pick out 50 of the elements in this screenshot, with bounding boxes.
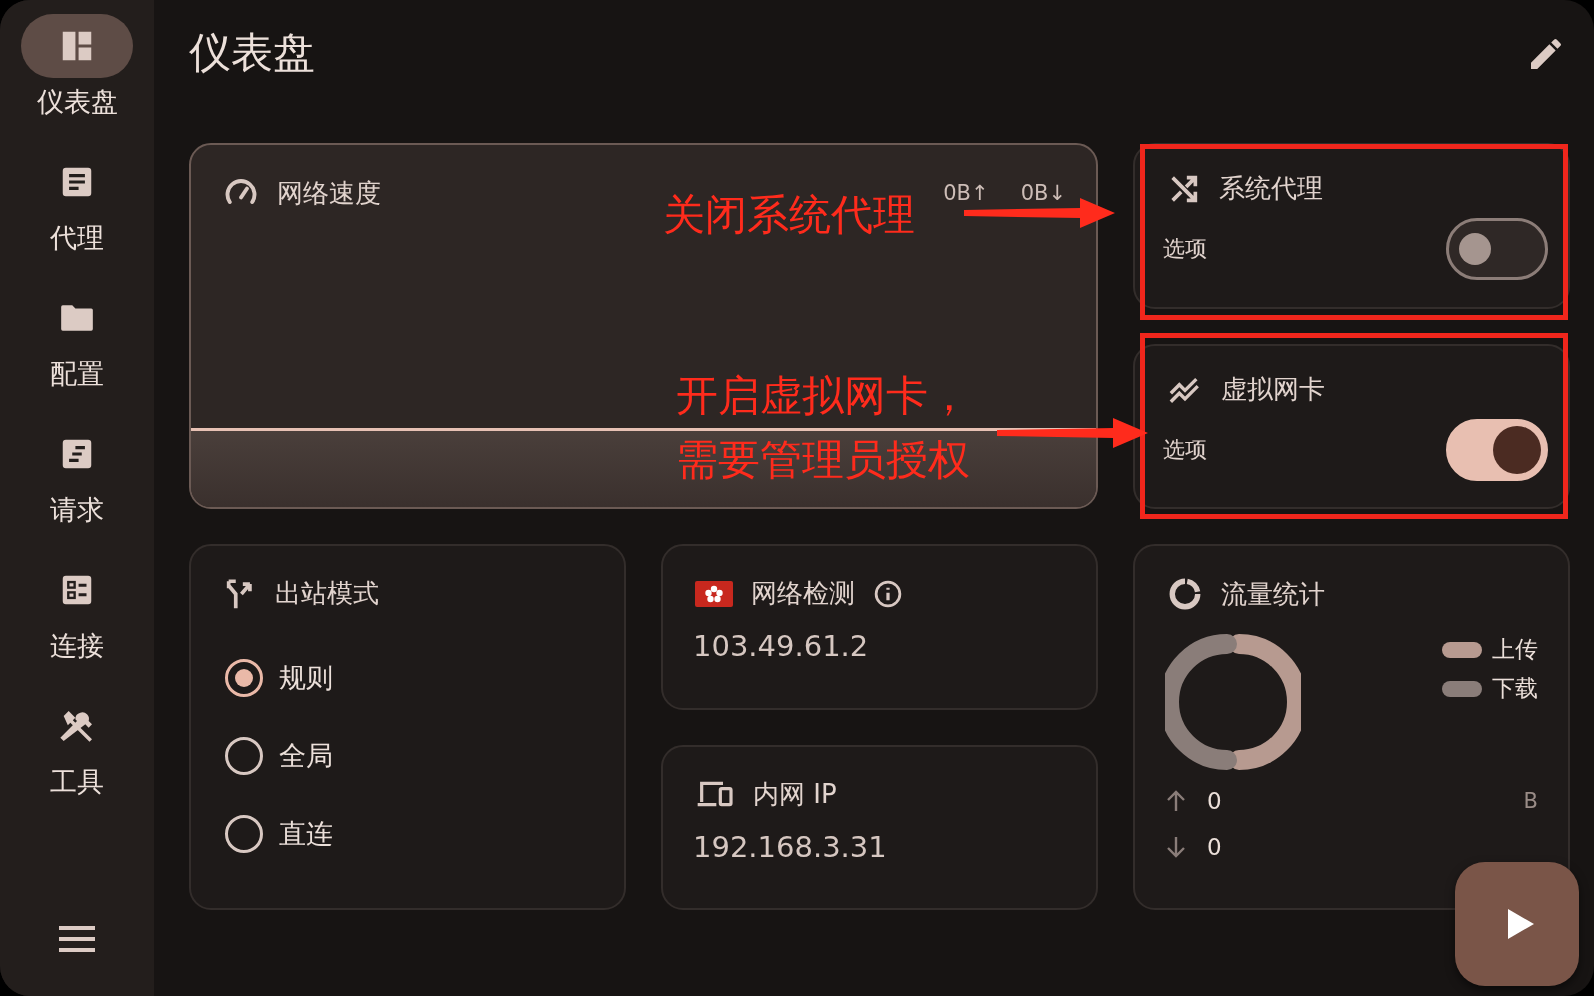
card-title: 内网 IP [753, 777, 837, 811]
nav-label: 连接 [50, 629, 104, 663]
nav-item[interactable]: 配置 [21, 286, 133, 422]
upload-total: 0 [1207, 788, 1222, 814]
option-label: 选项 [1163, 435, 1207, 464]
annotation-text: 关闭系统代理 [663, 189, 915, 241]
legend-label: 下载 [1492, 674, 1538, 703]
unit-label: B [1523, 789, 1538, 813]
card-title: 网络速度 [277, 176, 381, 210]
nav-label: 代理 [50, 221, 104, 255]
card-title: 流量统计 [1221, 577, 1325, 611]
nav-item[interactable]: 代理 [21, 150, 133, 286]
radio-option[interactable]: 直连 [225, 815, 594, 853]
donut-icon [1167, 576, 1203, 612]
radio-label: 全局 [279, 739, 333, 773]
arrow-down-icon [1165, 835, 1187, 859]
card-title: 虚拟网卡 [1221, 372, 1325, 406]
radio-label: 直连 [279, 817, 333, 851]
nav-item[interactable]: 工具 [21, 694, 133, 830]
menu-icon[interactable] [57, 924, 97, 954]
card-title: 网络检测 [751, 577, 855, 610]
nav-item[interactable]: 仪表盘 [21, 14, 133, 150]
annotation-text: 开启虚拟网卡， 需要管理员授权 [676, 370, 970, 486]
arrow-up-icon [1165, 789, 1187, 813]
upload-rate: 0B↑ [943, 181, 989, 205]
card-title: 系统代理 [1219, 172, 1323, 205]
nav-label: 请求 [50, 493, 104, 527]
radio-button[interactable] [225, 659, 263, 697]
nav-label: 工具 [50, 765, 104, 799]
nav-label: 仪表盘 [36, 85, 118, 119]
radio-option[interactable]: 规则 [225, 659, 594, 697]
nav-label: 配置 [50, 357, 104, 391]
radio-label: 规则 [279, 661, 333, 695]
option-label: 选项 [1163, 235, 1207, 263]
legend-label: 上传 [1492, 635, 1538, 664]
ip-address: 103.49.61.2 [692, 628, 870, 663]
radio-button[interactable] [225, 737, 263, 775]
radio-button[interactable] [225, 815, 263, 853]
nav-item[interactable]: 请求 [21, 422, 133, 558]
flag-icon [695, 580, 733, 607]
download-rate: 0B↓ [1020, 181, 1066, 205]
download-total: 0 [1207, 834, 1222, 860]
play-button[interactable] [1455, 862, 1579, 986]
play-icon [1506, 907, 1536, 941]
page-title: 仪表盘 [189, 32, 315, 74]
nav-item[interactable]: 连接 [21, 558, 133, 694]
ip-address: 192.168.3.31 [692, 828, 888, 864]
card-title: 出站模式 [275, 577, 379, 610]
info-icon[interactable] [873, 578, 903, 609]
radio-option[interactable]: 全局 [225, 737, 594, 775]
